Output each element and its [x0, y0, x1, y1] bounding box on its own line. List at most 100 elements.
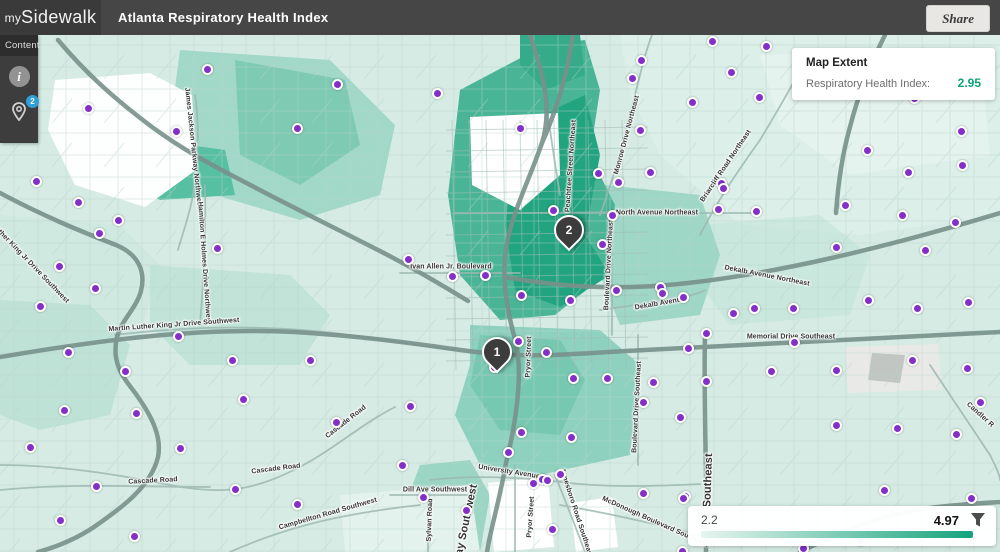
point-marker[interactable] — [645, 167, 656, 178]
point-marker[interactable] — [568, 373, 579, 384]
point-marker[interactable] — [173, 331, 184, 342]
point-marker[interactable] — [863, 295, 874, 306]
point-marker[interactable] — [607, 210, 618, 221]
point-marker[interactable] — [751, 206, 762, 217]
point-marker[interactable] — [951, 429, 962, 440]
point-marker[interactable] — [862, 145, 873, 156]
point-marker[interactable] — [566, 432, 577, 443]
point-marker[interactable] — [950, 217, 961, 228]
point-marker[interactable] — [90, 283, 101, 294]
point-marker[interactable] — [718, 183, 729, 194]
point-marker[interactable] — [418, 492, 429, 503]
point-marker[interactable] — [627, 73, 638, 84]
point-marker[interactable] — [565, 295, 576, 306]
point-marker[interactable] — [480, 270, 491, 281]
point-marker[interactable] — [831, 242, 842, 253]
point-marker[interactable] — [503, 447, 514, 458]
point-marker[interactable] — [516, 427, 527, 438]
point-marker[interactable] — [131, 408, 142, 419]
point-marker[interactable] — [447, 271, 458, 282]
point-marker[interactable] — [31, 176, 42, 187]
point-marker[interactable] — [675, 412, 686, 423]
point-marker[interactable] — [975, 397, 986, 408]
point-marker[interactable] — [611, 285, 622, 296]
point-marker[interactable] — [912, 303, 923, 314]
point-marker[interactable] — [555, 469, 566, 480]
point-marker[interactable] — [789, 337, 800, 348]
point-marker[interactable] — [212, 243, 223, 254]
point-marker[interactable] — [962, 363, 973, 374]
point-marker[interactable] — [403, 254, 414, 265]
point-marker[interactable] — [726, 67, 737, 78]
point-marker[interactable] — [638, 397, 649, 408]
map-marker-1[interactable]: 1 — [476, 331, 518, 373]
point-marker[interactable] — [957, 160, 968, 171]
point-marker[interactable] — [713, 204, 724, 215]
point-marker[interactable] — [332, 79, 343, 90]
point-marker[interactable] — [907, 355, 918, 366]
point-marker[interactable] — [230, 484, 241, 495]
point-marker[interactable] — [94, 228, 105, 239]
point-marker[interactable] — [831, 365, 842, 376]
point-marker[interactable] — [73, 197, 84, 208]
point-marker[interactable] — [956, 126, 967, 137]
point-marker[interactable] — [966, 493, 977, 504]
point-marker[interactable] — [405, 401, 416, 412]
point-marker[interactable] — [701, 328, 712, 339]
point-marker[interactable] — [35, 301, 46, 312]
point-marker[interactable] — [305, 355, 316, 366]
point-marker[interactable] — [227, 355, 238, 366]
point-marker[interactable] — [331, 417, 342, 428]
point-marker[interactable] — [648, 377, 659, 388]
point-marker[interactable] — [892, 423, 903, 434]
point-marker[interactable] — [55, 515, 66, 526]
point-marker[interactable] — [707, 36, 718, 47]
point-marker[interactable] — [63, 347, 74, 358]
point-marker[interactable] — [515, 123, 526, 134]
point-marker[interactable] — [548, 205, 559, 216]
point-marker[interactable] — [516, 290, 527, 301]
point-marker[interactable] — [238, 394, 249, 405]
point-marker[interactable] — [687, 97, 698, 108]
point-marker[interactable] — [202, 64, 213, 75]
point-marker[interactable] — [920, 245, 931, 256]
point-marker[interactable] — [541, 347, 552, 358]
funnel-icon[interactable] — [970, 512, 986, 528]
point-marker[interactable] — [749, 303, 760, 314]
point-marker[interactable] — [91, 481, 102, 492]
share-button[interactable]: Share — [926, 5, 990, 32]
content-tab[interactable]: Content — [0, 35, 38, 56]
point-marker[interactable] — [754, 92, 765, 103]
info-icon[interactable]: i — [9, 66, 30, 87]
point-marker[interactable] — [638, 488, 649, 499]
legend-gradient[interactable] — [701, 531, 973, 538]
point-marker[interactable] — [292, 499, 303, 510]
point-marker[interactable] — [677, 546, 688, 552]
point-marker[interactable] — [840, 200, 851, 211]
point-marker[interactable] — [59, 405, 70, 416]
point-marker[interactable] — [83, 103, 94, 114]
point-marker[interactable] — [831, 420, 842, 431]
point-marker[interactable] — [963, 297, 974, 308]
point-marker[interactable] — [879, 485, 890, 496]
point-marker[interactable] — [54, 261, 65, 272]
point-marker[interactable] — [657, 288, 668, 299]
point-marker[interactable] — [597, 239, 608, 250]
point-marker[interactable] — [432, 88, 443, 99]
point-marker[interactable] — [461, 505, 472, 516]
point-marker[interactable] — [602, 373, 613, 384]
point-marker[interactable] — [761, 41, 772, 52]
point-marker[interactable] — [593, 168, 604, 179]
point-marker[interactable] — [129, 531, 140, 542]
point-marker[interactable] — [683, 343, 694, 354]
point-marker[interactable] — [25, 442, 36, 453]
map-canvas[interactable]: James Jackson Parkway NorthwestHamilton … — [0, 35, 1000, 552]
point-marker[interactable] — [635, 125, 646, 136]
point-marker[interactable] — [788, 303, 799, 314]
point-marker[interactable] — [175, 443, 186, 454]
point-marker[interactable] — [903, 167, 914, 178]
point-marker[interactable] — [613, 177, 624, 188]
point-marker[interactable] — [513, 336, 524, 347]
point-marker[interactable] — [897, 210, 908, 221]
point-marker[interactable] — [547, 524, 558, 535]
